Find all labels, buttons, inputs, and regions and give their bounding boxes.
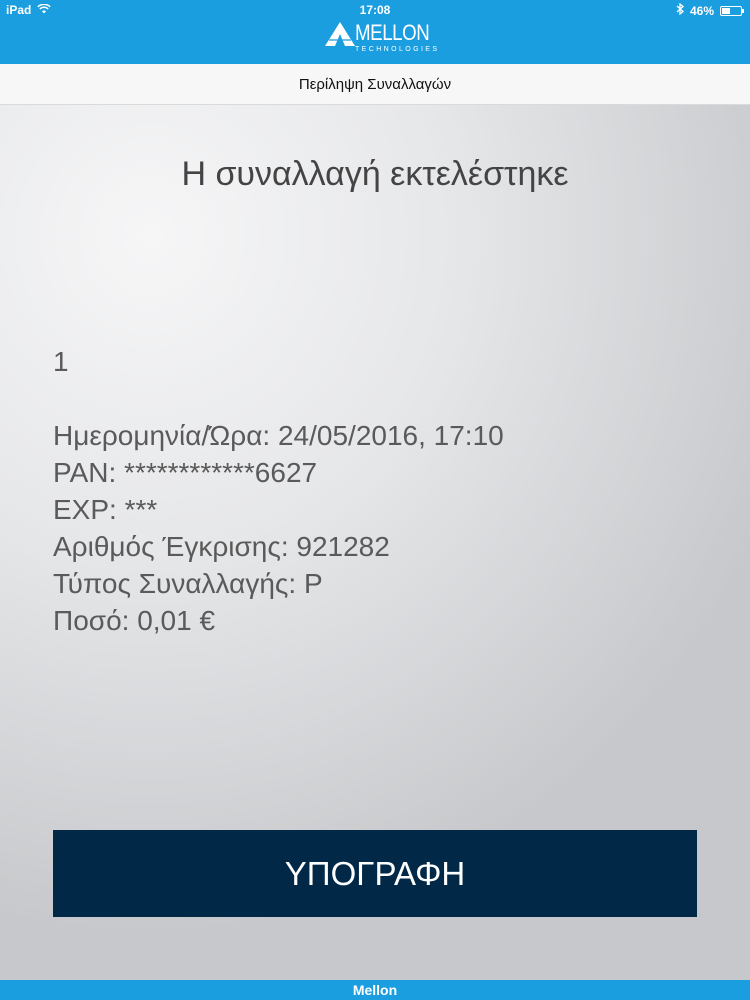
status-right: 46%: [676, 2, 744, 18]
logo-text: MELLON: [355, 20, 430, 45]
mellon-logo: MELLON TECHNOLOGIES: [325, 20, 437, 60]
pyramid-logo-icon: [325, 22, 355, 46]
app-screen: iPad 17:08 46% MELLON TECHNOLOGIES Περίλ…: [0, 0, 750, 1000]
footer-label: Mellon: [352, 982, 398, 998]
signature-button[interactable]: ΥΠΟΓΡΑΦΗ: [53, 830, 697, 917]
screen-title-bar: Περίληψη Συναλλαγών: [0, 64, 750, 105]
receipt-amount: Ποσό: 0,01 €: [53, 605, 216, 636]
receipt-number: 1: [53, 346, 69, 377]
receipt-spacer: [53, 380, 504, 417]
receipt-details: 1 Ημερομηνία/Ώρα: 24/05/2016, 17:10 PAN:…: [53, 343, 504, 639]
battery-percent: 46%: [689, 3, 714, 18]
main-content: Η συναλλαγή εκτελέστηκε 1 Ημερομηνία/Ώρα…: [0, 105, 750, 980]
receipt-transaction-type: Τύπος Συναλλαγής: P: [53, 568, 323, 599]
battery-icon: [720, 5, 744, 16]
battery-level: [722, 7, 731, 14]
receipt-approval-number: Αριθμός Έγκρισης: 921282: [53, 531, 390, 562]
logo-subtext: TECHNOLOGIES: [355, 46, 440, 53]
receipt-pan: PAN: ************6627: [53, 457, 318, 488]
screen-title: Περίληψη Συναλλαγών: [298, 75, 452, 93]
status-time: 17:08: [359, 3, 391, 17]
transaction-status-title: Η συναλλαγή εκτελέστηκε: [181, 155, 569, 193]
receipt-datetime: Ημερομηνία/Ώρα: 24/05/2016, 17:10: [53, 420, 504, 451]
footer-bar: Mellon: [0, 980, 750, 1000]
bluetooth-icon: [676, 2, 684, 18]
top-bar: iPad 17:08 46% MELLON TECHNOLOGIES: [0, 0, 750, 64]
receipt-exp: EXP: ***: [53, 494, 158, 525]
